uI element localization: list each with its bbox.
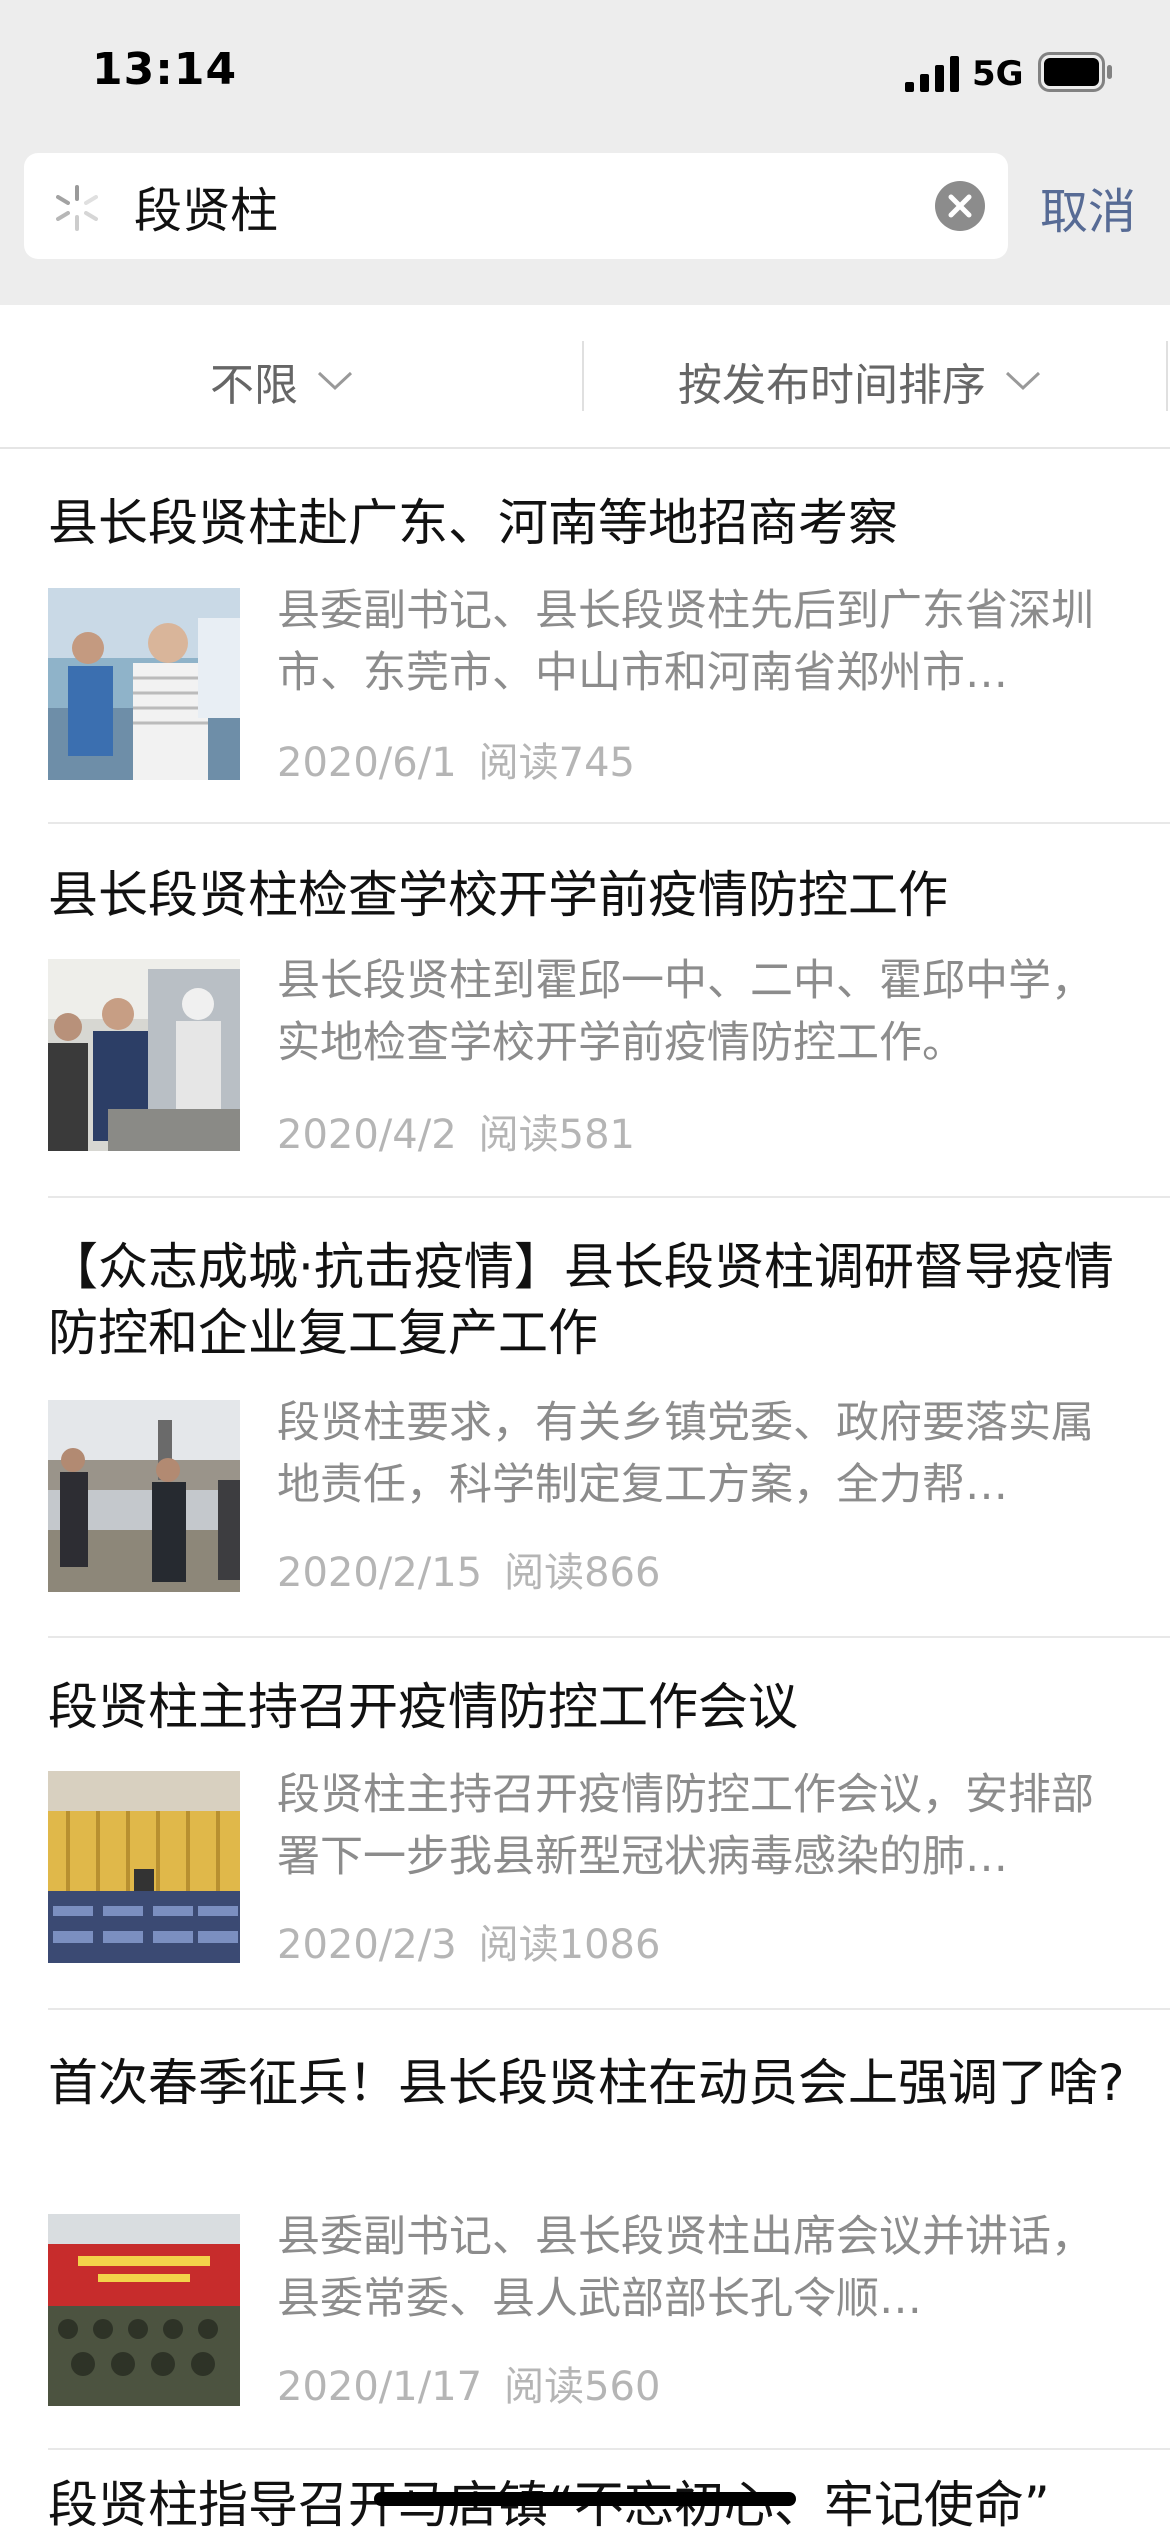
status-time: 13:14 bbox=[92, 44, 238, 95]
result-meta: 2020/6/1 阅读745 bbox=[277, 730, 635, 788]
result-snippet: 县委副书记、县长段贤柱先后到广东省深圳市、东莞市、中山市和河南省郑州市… bbox=[277, 586, 1094, 698]
result-reads: 阅读581 bbox=[478, 1112, 636, 1158]
result-date: 2020/2/3 bbox=[277, 1922, 457, 1968]
result-title: 县长段贤柱赴广东、河南等地招商考察 bbox=[48, 494, 898, 552]
search-box[interactable] bbox=[24, 153, 1008, 259]
result-title: 首次春季征兵！县长段贤柱在动员会上强调了啥? bbox=[48, 2054, 1125, 2112]
filter-bar: 不限 按发布时间排序 bbox=[0, 305, 1170, 449]
sort-order-filter[interactable]: 按发布时间排序 bbox=[678, 349, 1042, 413]
result-date: 2020/6/1 bbox=[277, 740, 457, 786]
status-bar: 13:14 5G bbox=[0, 0, 1170, 150]
network-type: 5G bbox=[972, 54, 1024, 94]
search-result-item[interactable]: 首次春季征兵！县长段贤柱在动员会上强调了啥? 县委副书记、县长段贤柱出席会议并讲… bbox=[48, 2010, 1170, 2450]
result-snippet: 段贤柱要求，有关乡镇党委、政府要落实属地责任，科学制定复工方案，全力帮… bbox=[277, 1398, 1094, 1510]
result-thumbnail bbox=[48, 1400, 240, 1592]
result-date: 2020/4/2 bbox=[277, 1112, 457, 1158]
chevron-down-icon bbox=[1005, 371, 1041, 391]
result-meta: 2020/4/2 阅读581 bbox=[277, 1102, 635, 1160]
result-title: 段贤柱主持召开疫情防控工作会议 bbox=[48, 1678, 798, 1736]
result-snippet: 段贤柱主持召开疫情防控工作会议，安排部署下一步我县新型冠状病毒感染的肺… bbox=[277, 1770, 1094, 1882]
search-result-item[interactable]: 县长段贤柱检查学校开学前疫情防控工作 县长段贤柱到霍邱一中、二中、霍邱中学，实地… bbox=[48, 824, 1170, 1198]
filter-divider bbox=[582, 341, 584, 411]
result-thumbnail bbox=[48, 2214, 240, 2406]
result-meta: 2020/2/15 阅读866 bbox=[277, 1540, 660, 1598]
result-date: 2020/1/17 bbox=[277, 2364, 483, 2410]
result-thumbnail bbox=[48, 1771, 240, 1963]
time-range-filter[interactable]: 不限 bbox=[210, 349, 354, 413]
result-snippet: 县委副书记、县长段贤柱出席会议并讲话，县委常委、县人武部部长孔令顺… bbox=[277, 2212, 1094, 2324]
search-result-item[interactable]: 【众志成城·抗击疫情】县长段贤柱调研督导疫情防控和企业复工复产工作 段贤柱要求，… bbox=[48, 1198, 1170, 1638]
result-reads: 阅读560 bbox=[504, 2364, 661, 2410]
search-header: 13:14 5G 段贤柱 取消 bbox=[0, 0, 1170, 305]
result-thumbnail bbox=[48, 588, 240, 780]
home-indicator[interactable] bbox=[374, 2492, 796, 2506]
result-reads: 阅读866 bbox=[504, 1550, 661, 1596]
result-date: 2020/2/15 bbox=[277, 1550, 483, 1596]
search-result-item[interactable]: 段贤柱主持召开疫情防控工作会议 段贤柱主持召开疫情防控工作会议，安排部署下一步我… bbox=[48, 1638, 1170, 2010]
result-thumbnail bbox=[48, 959, 240, 1151]
result-reads: 阅读1086 bbox=[478, 1922, 661, 1968]
result-reads: 阅读745 bbox=[478, 740, 636, 786]
search-result-item[interactable]: 县长段贤柱赴广东、河南等地招商考察 县委副书记、县长段贤柱先后到广东省深圳市、东… bbox=[48, 450, 1170, 824]
sort-order-label: 按发布时间排序 bbox=[678, 360, 986, 411]
time-range-label: 不限 bbox=[210, 360, 298, 411]
result-meta: 2020/1/17 阅读560 bbox=[277, 2354, 660, 2412]
result-snippet: 县长段贤柱到霍邱一中、二中、霍邱中学，实地检查学校开学前疫情防控工作。 bbox=[277, 956, 1094, 1068]
clear-search-icon[interactable] bbox=[934, 180, 986, 232]
result-meta: 2020/2/3 阅读1086 bbox=[277, 1912, 660, 1970]
chevron-down-icon bbox=[317, 371, 353, 391]
filter-divider bbox=[1166, 341, 1168, 411]
loading-spinner-icon bbox=[56, 185, 98, 231]
cancel-button[interactable]: 取消 bbox=[1040, 172, 1136, 242]
result-title: 县长段贤柱检查学校开学前疫情防控工作 bbox=[48, 866, 948, 924]
cellular-signal-icon bbox=[905, 56, 959, 92]
result-title: 【众志成城·抗击疫情】县长段贤柱调研督导疫情防控和企业复工复产工作 bbox=[48, 1238, 1114, 1362]
search-input[interactable] bbox=[134, 171, 914, 241]
battery-icon bbox=[1038, 52, 1112, 92]
